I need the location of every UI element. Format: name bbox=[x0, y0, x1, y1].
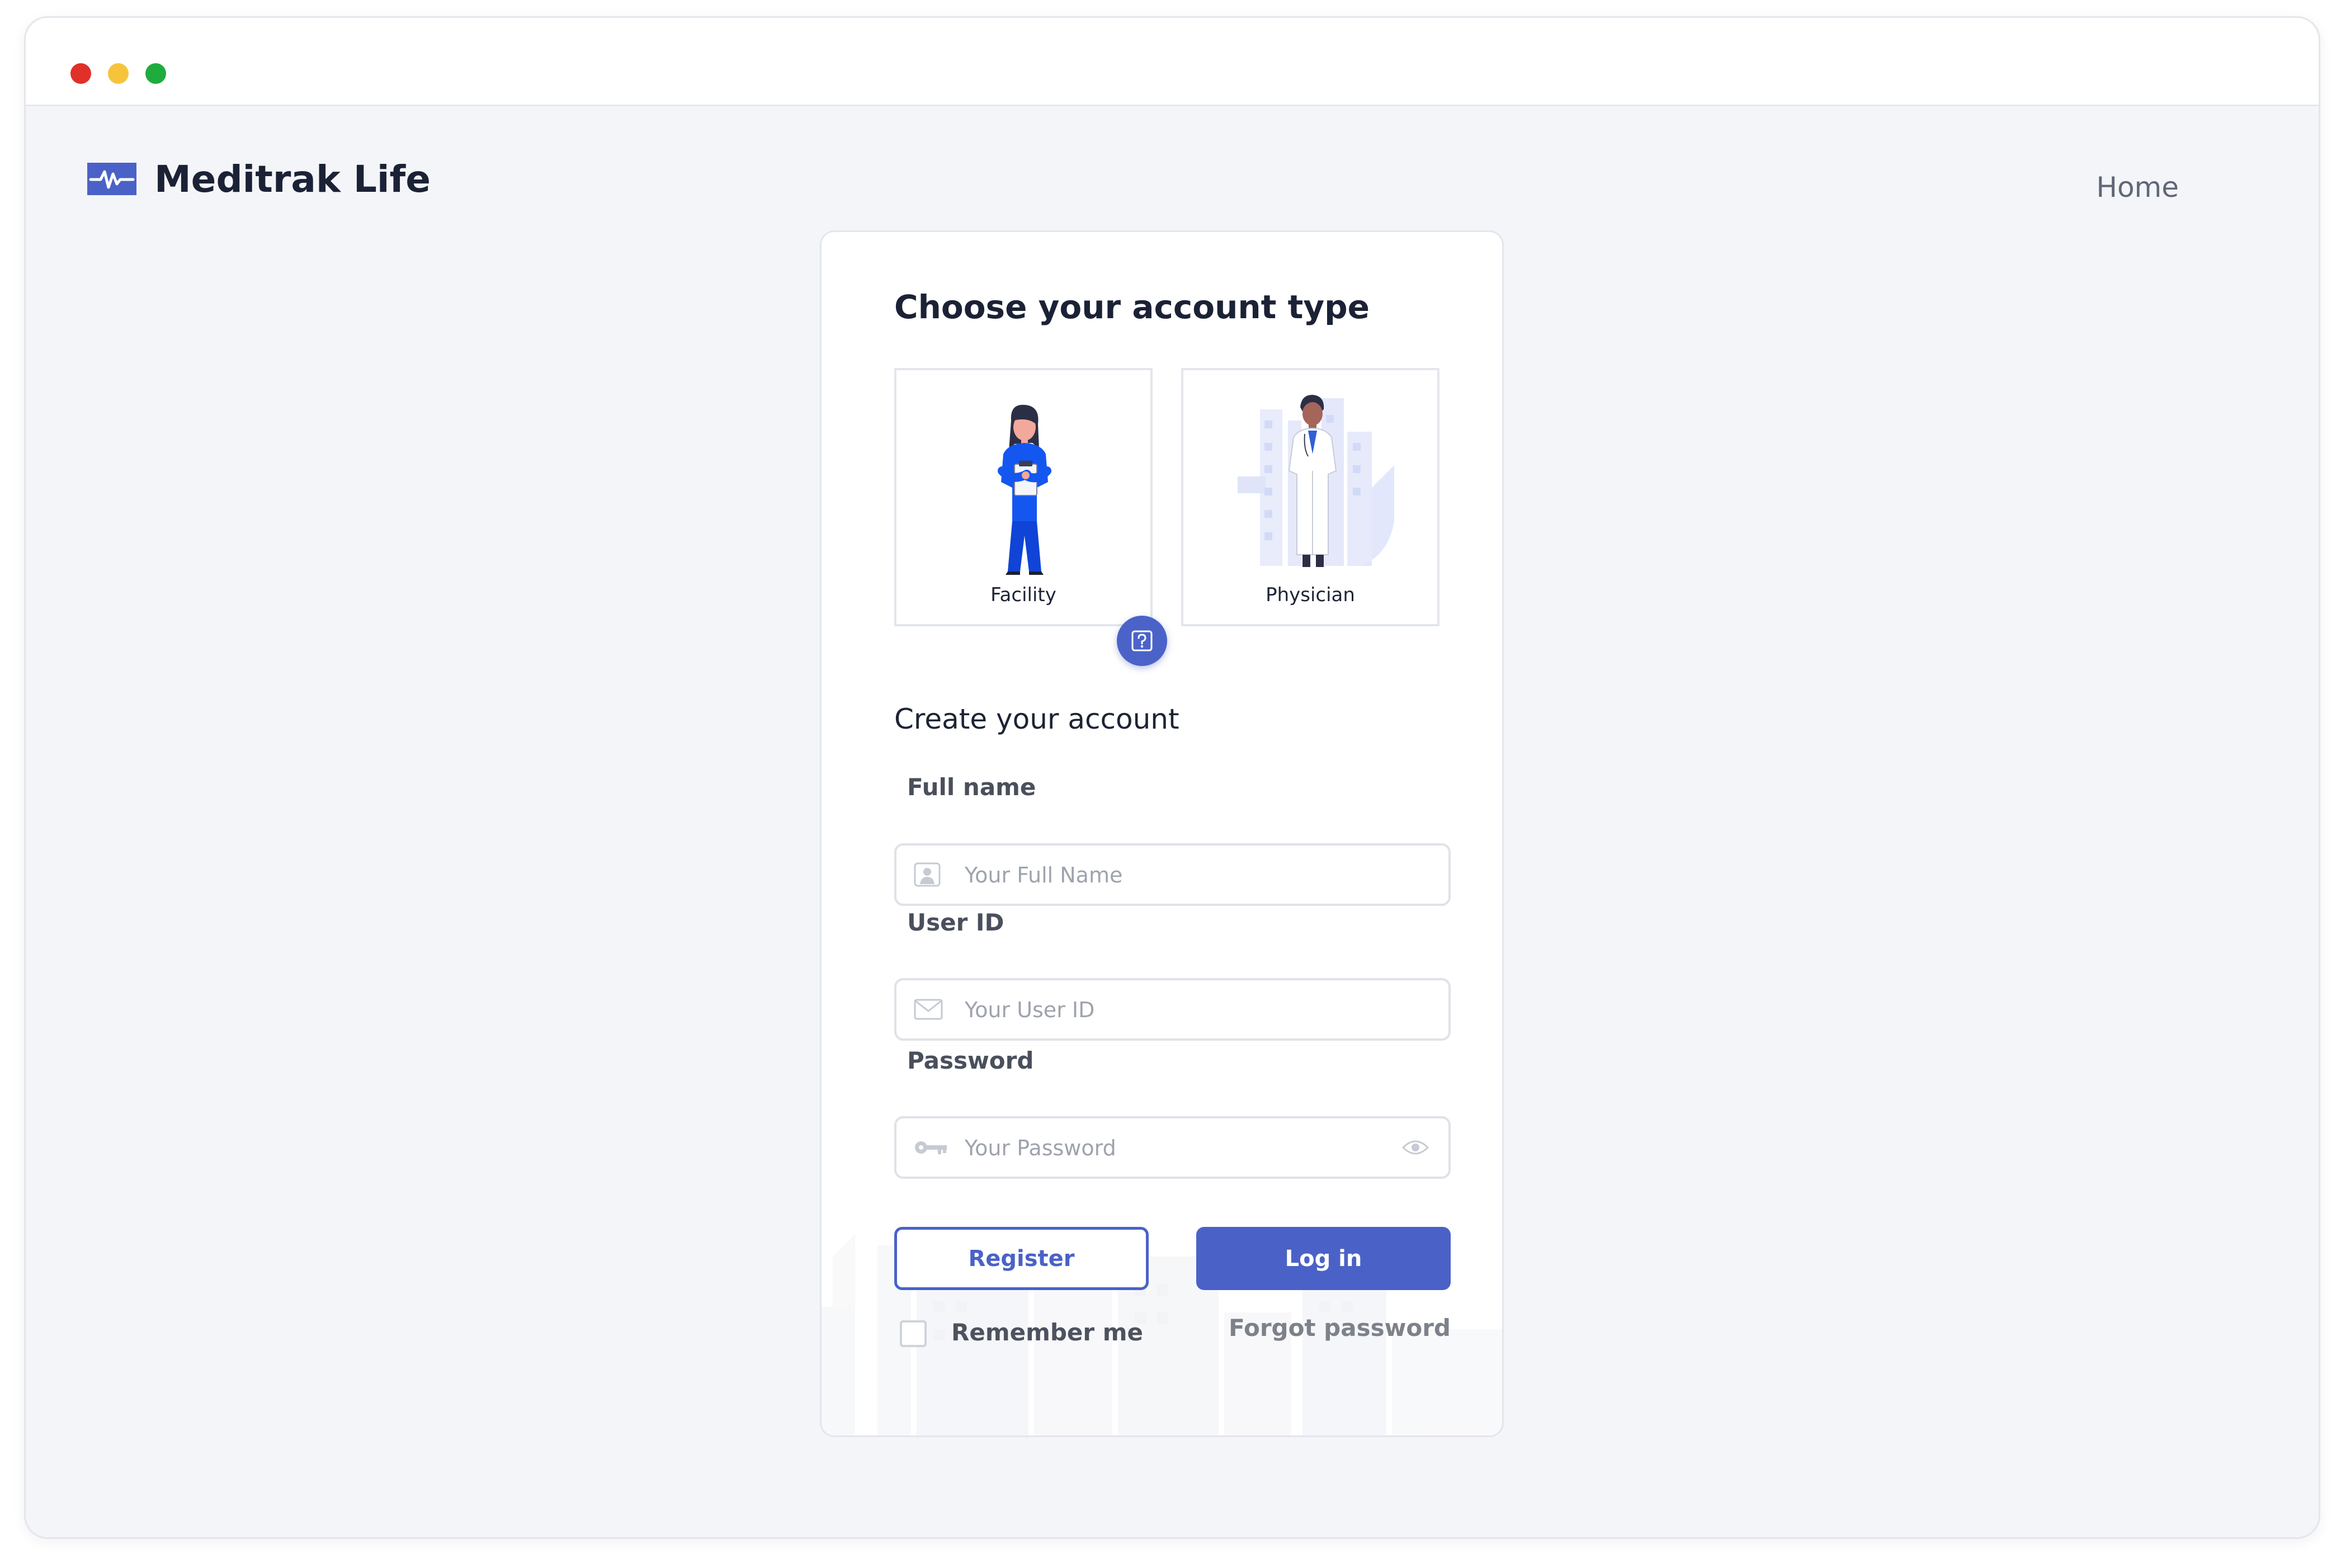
full-name-field[interactable] bbox=[894, 843, 1451, 906]
full-name-label: Full name bbox=[907, 773, 1036, 801]
user-icon bbox=[914, 862, 941, 887]
login-button[interactable]: Log in bbox=[1196, 1227, 1451, 1290]
password-field[interactable] bbox=[894, 1116, 1451, 1179]
account-type-facility[interactable]: Facility bbox=[894, 368, 1153, 626]
help-button[interactable] bbox=[1117, 616, 1167, 666]
user-id-field[interactable] bbox=[894, 978, 1451, 1041]
close-window-button[interactable] bbox=[70, 63, 91, 84]
doctor-illustration bbox=[1238, 395, 1394, 567]
minimize-window-button[interactable] bbox=[108, 63, 129, 84]
key-icon bbox=[915, 1141, 947, 1154]
remember-me-label[interactable]: Remember me bbox=[951, 1319, 1143, 1346]
account-type-label: Physician bbox=[1266, 584, 1355, 606]
brand-name: Meditrak Life bbox=[154, 157, 431, 201]
password-label: Password bbox=[907, 1047, 1034, 1074]
maximize-window-button[interactable] bbox=[145, 63, 166, 84]
app-window: Meditrak Life Home Choose your account t… bbox=[24, 16, 2320, 1539]
signup-card: Choose your account type Facility Physic… bbox=[820, 230, 1504, 1437]
password-input[interactable] bbox=[964, 1118, 1391, 1178]
question-badge-icon bbox=[1131, 630, 1153, 651]
window-titlebar bbox=[26, 18, 2319, 106]
nurse-illustration bbox=[998, 404, 1051, 575]
remember-me-checkbox[interactable] bbox=[900, 1320, 927, 1347]
user-id-label: User ID bbox=[907, 909, 1004, 936]
heartbeat-pulse-icon bbox=[87, 163, 136, 195]
account-type-label: Facility bbox=[990, 584, 1056, 606]
envelope-icon bbox=[914, 999, 943, 1020]
create-account-title: Create your account bbox=[894, 703, 1179, 735]
forgot-password-link[interactable]: Forgot password bbox=[1229, 1314, 1451, 1342]
nav-home-link[interactable]: Home bbox=[2096, 171, 2179, 204]
register-button[interactable]: Register bbox=[894, 1227, 1149, 1290]
account-type-title: Choose your account type bbox=[894, 288, 1370, 326]
user-id-input[interactable] bbox=[964, 980, 1391, 1040]
account-type-physician[interactable]: Physician bbox=[1181, 368, 1439, 626]
full-name-input[interactable] bbox=[964, 846, 1391, 905]
eye-icon[interactable] bbox=[1401, 1139, 1429, 1156]
brand[interactable]: Meditrak Life bbox=[87, 151, 431, 207]
